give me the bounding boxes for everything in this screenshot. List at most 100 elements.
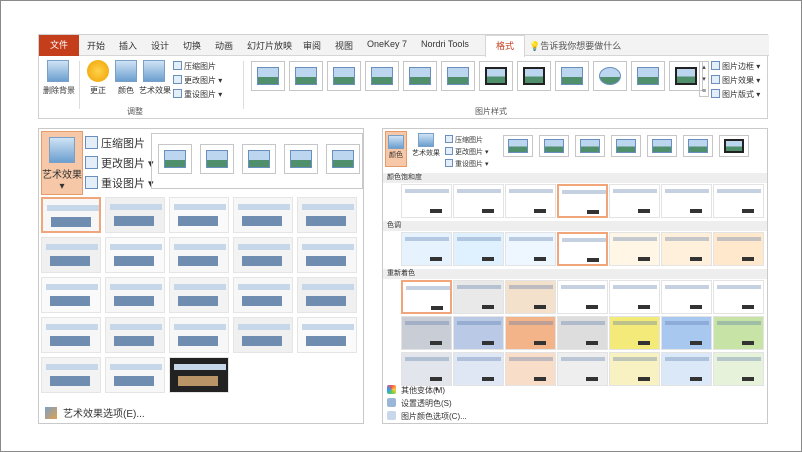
art-effect-thumb[interactable] [233,197,293,233]
reset-picture-button[interactable]: 重设图片 ▾ [445,159,488,169]
color-swatch[interactable] [713,352,764,386]
picture-style-thumb[interactable] [631,61,665,91]
color-swatch[interactable] [609,280,660,314]
picture-style-thumb[interactable] [647,135,677,157]
art-effect-thumb[interactable] [105,317,165,353]
picture-style-thumb[interactable] [719,135,749,157]
change-picture-button[interactable]: 更改图片 ▾ [85,155,154,171]
compress-picture-button[interactable]: 压缩图片 [85,135,145,151]
color-swatch[interactable] [505,184,556,218]
art-effect-thumb[interactable] [233,237,293,273]
art-effect-thumb[interactable] [41,197,101,233]
picture-effects-button[interactable]: 图片效果 ▾ [711,75,760,86]
picture-style-thumb[interactable] [575,135,605,157]
picture-style-thumb[interactable] [441,61,475,91]
art-effect-thumb[interactable] [169,277,229,313]
color-swatch[interactable] [453,352,504,386]
art-effect-thumb[interactable] [297,277,357,313]
color-swatch[interactable] [505,352,556,386]
more-variations-item[interactable]: 其他变体(M) ▸ [387,385,445,396]
color-swatch[interactable] [713,316,764,350]
color-swatch[interactable] [609,232,660,266]
color-swatch[interactable] [557,316,608,350]
color-swatch[interactable] [505,232,556,266]
picture-border-button[interactable]: 图片边框 ▾ [711,61,760,72]
compress-picture-button[interactable]: 压缩图片 [445,135,483,145]
picture-style-thumb[interactable] [593,61,627,91]
tab-home[interactable]: 开始 [87,39,105,52]
color-swatch[interactable] [557,232,608,266]
tell-me-search[interactable]: 💡告诉我你想要做什么 [529,39,621,52]
change-picture-button[interactable]: 更改图片 ▾ [445,147,488,157]
art-effect-thumb[interactable] [41,317,101,353]
color-swatch[interactable] [401,352,452,386]
color-swatch[interactable] [557,280,608,314]
picture-style-thumb[interactable] [503,135,533,157]
picture-style-thumb[interactable] [479,61,513,91]
art-effects-button[interactable]: 艺术效果 [411,133,441,158]
picture-style-thumb[interactable] [326,144,360,174]
picture-style-thumb[interactable] [365,61,399,91]
picture-style-thumb[interactable] [200,144,234,174]
color-swatch[interactable] [453,232,504,266]
art-effect-thumb[interactable] [41,237,101,273]
tab-view[interactable]: 视图 [335,39,353,52]
color-swatch[interactable] [661,316,712,350]
tab-animations[interactable]: 动画 [215,39,233,52]
tab-design[interactable]: 设计 [151,39,169,52]
art-effect-thumb[interactable] [169,317,229,353]
tab-transitions[interactable]: 切换 [183,39,201,52]
color-swatch[interactable] [453,280,504,314]
picture-style-thumb[interactable] [517,61,551,91]
picture-style-thumb[interactable] [251,61,285,91]
art-effect-thumb[interactable] [233,277,293,313]
tab-format[interactable]: 格式 [485,35,526,57]
correct-button[interactable]: 更正 [83,60,113,96]
color-swatch[interactable] [557,352,608,386]
picture-style-thumb[interactable] [683,135,713,157]
art-effect-thumb[interactable] [41,357,101,393]
color-swatch[interactable] [557,184,608,218]
art-effect-thumb[interactable] [105,197,165,233]
color-swatch[interactable] [453,184,504,218]
tab-slideshow[interactable]: 幻灯片放映 [247,39,292,52]
art-effect-thumb[interactable] [233,317,293,353]
art-effect-thumb[interactable] [169,237,229,273]
color-swatch[interactable] [661,280,712,314]
art-effects-button[interactable]: 艺术效果 [139,60,171,96]
color-swatch[interactable] [609,352,660,386]
color-swatch[interactable] [609,316,660,350]
art-effect-thumb[interactable] [105,277,165,313]
art-effects-options-button[interactable]: 艺术效果选项(E)... [45,405,145,420]
remove-background-button[interactable]: 删除背景 [43,60,75,96]
color-swatch[interactable] [713,280,764,314]
color-swatch[interactable] [505,316,556,350]
picture-style-thumb[interactable] [242,144,276,174]
picture-style-thumb[interactable] [289,61,323,91]
color-swatch[interactable] [661,184,712,218]
compress-picture-button[interactable]: 压缩图片 [173,61,216,72]
picture-style-thumb[interactable] [327,61,361,91]
art-effect-thumb[interactable] [105,357,165,393]
color-swatch[interactable] [453,316,504,350]
tab-nordri-tools[interactable]: Nordri Tools [421,39,469,49]
picture-style-thumb[interactable] [284,144,318,174]
reset-picture-button[interactable]: 重设图片 ▾ [173,89,222,100]
color-swatch[interactable] [505,280,556,314]
art-effect-thumb[interactable] [169,197,229,233]
color-swatch[interactable] [713,232,764,266]
change-picture-button[interactable]: 更改图片 ▾ [173,75,222,86]
art-effect-thumb[interactable] [169,357,229,393]
color-swatch[interactable] [401,316,452,350]
art-effect-thumb[interactable] [297,317,357,353]
picture-layout-button[interactable]: 图片版式 ▾ [711,89,760,100]
color-swatch[interactable] [713,184,764,218]
art-effects-button-large[interactable]: 艺术效果 ▾ [41,131,83,195]
art-effect-thumb[interactable] [297,197,357,233]
color-swatch[interactable] [609,184,660,218]
color-swatch[interactable] [401,232,452,266]
picture-style-thumb[interactable] [611,135,641,157]
picture-style-thumb[interactable] [555,61,589,91]
set-transparent-item[interactable]: 设置透明色(S) [387,398,452,409]
art-effect-thumb[interactable] [105,237,165,273]
